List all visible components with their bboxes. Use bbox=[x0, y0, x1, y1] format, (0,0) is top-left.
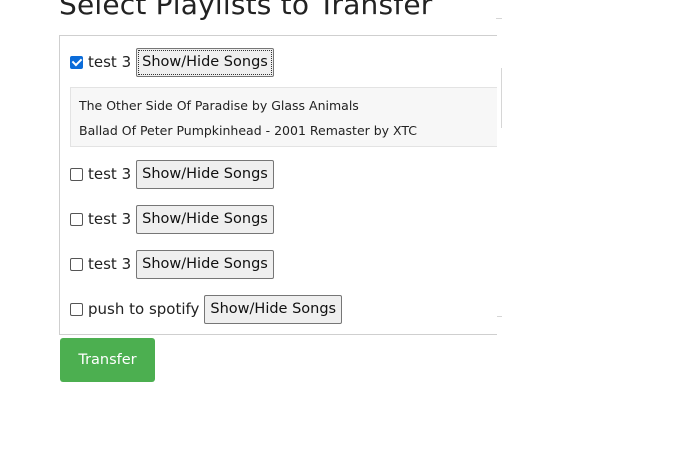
transfer-button[interactable]: Transfer bbox=[60, 338, 155, 382]
show-hide-songs-button[interactable]: Show/Hide Songs bbox=[136, 159, 274, 189]
playlist-name: test 3 bbox=[88, 53, 132, 71]
playlist-checkbox[interactable] bbox=[70, 302, 83, 316]
show-hide-songs-button[interactable]: Show/Hide Songs bbox=[204, 294, 343, 324]
song-item: The Other Side Of Paradise by Glass Anim… bbox=[79, 98, 359, 113]
song-list: The Other Side Of Paradise by Glass Anim… bbox=[70, 87, 497, 147]
playlist-row: test 3 Show/Hide Songs bbox=[70, 159, 274, 189]
show-hide-songs-button[interactable]: Show/Hide Songs bbox=[136, 204, 274, 234]
playlist-checkbox[interactable] bbox=[70, 55, 83, 69]
transfer-page: Select Playlists to Transfer test 3 Show… bbox=[0, 0, 700, 450]
playlist-checkbox[interactable] bbox=[70, 212, 83, 226]
playlist-row: test 3 Show/Hide Songs bbox=[70, 47, 274, 77]
playlist-checkbox[interactable] bbox=[70, 257, 83, 271]
playlist-row: test 3 Show/Hide Songs bbox=[70, 249, 274, 279]
playlist-name: test 3 bbox=[88, 210, 132, 228]
scroll-edge-side bbox=[501, 68, 502, 128]
playlist-name: push to spotify bbox=[88, 300, 200, 318]
scroll-edge-top bbox=[496, 18, 502, 19]
show-hide-songs-button[interactable]: Show/Hide Songs bbox=[136, 249, 274, 279]
playlist-name: test 3 bbox=[88, 255, 132, 273]
playlist-row: test 3 Show/Hide Songs bbox=[70, 204, 274, 234]
playlist-row: push to spotify Show/Hide Songs bbox=[70, 294, 343, 324]
song-item: Ballad Of Peter Pumpkinhead - 2001 Remas… bbox=[79, 123, 418, 138]
show-hide-songs-button[interactable]: Show/Hide Songs bbox=[136, 47, 274, 77]
playlist-name: test 3 bbox=[88, 165, 132, 183]
playlist-list[interactable]: test 3 Show/Hide Songs The Other Side Of… bbox=[59, 35, 497, 335]
page-title: Select Playlists to Transfer bbox=[59, 0, 433, 21]
playlist-checkbox[interactable] bbox=[70, 167, 83, 181]
